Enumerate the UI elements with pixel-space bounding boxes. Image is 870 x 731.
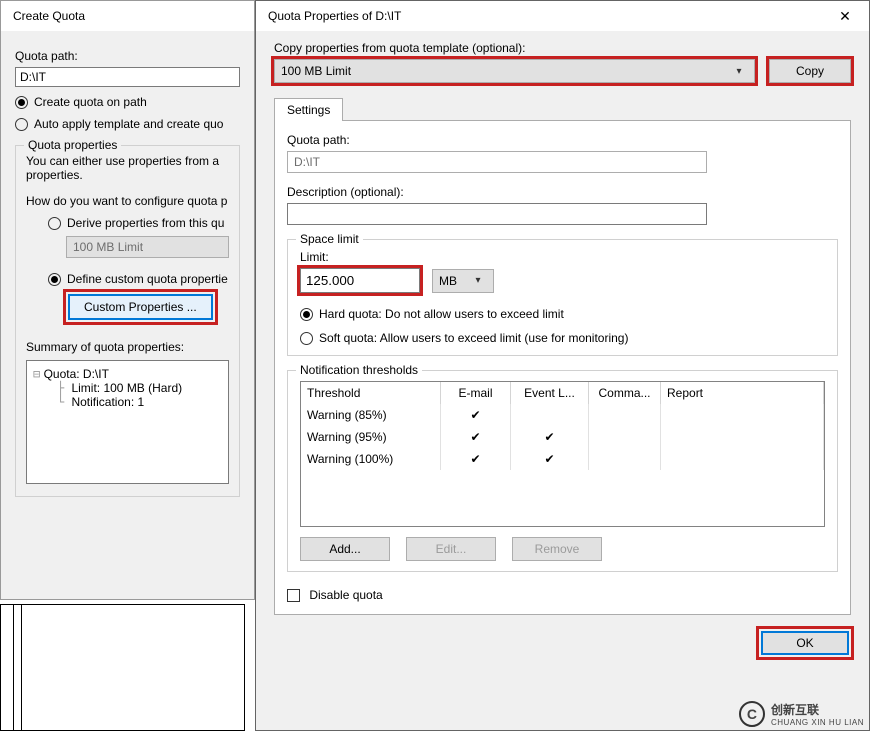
- limit-label: Limit:: [300, 250, 825, 264]
- summary-tree: ⊟ Quota: D:\IT ├ Limit: 100 MB (Hard) └ …: [26, 360, 229, 484]
- col-report[interactable]: Report: [661, 382, 824, 404]
- threshold-header: Threshold E-mail Event L... Comma... Rep…: [301, 382, 824, 404]
- radio-soft-quota[interactable]: Soft quota: Allow users to exceed limit …: [300, 331, 825, 345]
- radio-create-label: Create quota on path: [34, 95, 147, 109]
- col-email[interactable]: E-mail: [441, 382, 511, 404]
- tree-expand-icon[interactable]: ⊟: [33, 367, 40, 381]
- remove-button: Remove: [512, 537, 602, 561]
- col-threshold[interactable]: Threshold: [301, 382, 441, 404]
- edit-button: Edit...: [406, 537, 496, 561]
- quota-properties-group: Quota properties You can either use prop…: [15, 145, 240, 497]
- notification-title: Notification thresholds: [296, 363, 422, 377]
- disable-quota-label: Disable quota: [309, 588, 382, 602]
- radio-derive-label: Derive properties from this qu: [67, 216, 224, 230]
- quota-prop-title: Quota properties: [24, 138, 121, 152]
- notification-group: Notification thresholds Threshold E-mail…: [287, 370, 838, 572]
- space-limit-group: Space limit Limit: MB ▾ Hard quota: Do n…: [287, 239, 838, 356]
- prop-path-label: Quota path:: [287, 133, 838, 147]
- radio-dot-icon: [15, 96, 28, 109]
- radio-derive[interactable]: Derive properties from this qu: [48, 216, 229, 230]
- summary-label: Summary of quota properties:: [26, 340, 229, 354]
- unit-combo[interactable]: MB ▾: [432, 269, 494, 293]
- radio-auto-apply[interactable]: Auto apply template and create quo: [15, 117, 240, 131]
- tab-settings-content: Quota path: D:\IT Description (optional)…: [274, 120, 851, 615]
- properties-title: Quota Properties of D:\IT: [268, 9, 401, 23]
- checkbox-icon[interactable]: [287, 589, 300, 602]
- quota-path-label: Quota path:: [15, 49, 240, 63]
- intro-line2: properties.: [26, 168, 229, 182]
- table-row[interactable]: Warning (100%)✔✔: [301, 448, 824, 470]
- chevron-down-icon: ▾: [469, 275, 487, 286]
- tree-limit: Limit: 100 MB (Hard): [71, 381, 182, 395]
- col-command[interactable]: Comma...: [589, 382, 661, 404]
- properties-titlebar: Quota Properties of D:\IT ✕: [256, 1, 869, 31]
- template-combo-disabled: 100 MB Limit: [66, 236, 229, 258]
- create-quota-title: Create Quota: [13, 9, 85, 23]
- template-combo[interactable]: 100 MB Limit ▾: [274, 59, 755, 83]
- threshold-table: Threshold E-mail Event L... Comma... Rep…: [300, 381, 825, 527]
- soft-quota-label: Soft quota: Allow users to exceed limit …: [319, 331, 628, 345]
- template-combo-text: 100 MB Limit: [73, 240, 143, 254]
- table-row[interactable]: Warning (85%)✔: [301, 404, 824, 426]
- intro-line1: You can either use properties from a: [26, 154, 229, 168]
- chevron-down-icon: ▾: [730, 66, 748, 77]
- copy-button[interactable]: Copy: [769, 59, 851, 83]
- template-combo-value: 100 MB Limit: [281, 64, 730, 78]
- radio-define-label: Define custom quota propertie: [67, 272, 228, 286]
- background-strip: [0, 604, 245, 731]
- brand-logo: C 创新互联 CHUANG XIN HU LIAN: [739, 701, 864, 727]
- custom-properties-button[interactable]: Custom Properties ...: [68, 294, 213, 320]
- radio-define-custom[interactable]: Define custom quota propertie: [48, 272, 229, 286]
- tree-notif: Notification: 1: [71, 395, 144, 409]
- table-row[interactable]: Warning (95%)✔✔: [301, 426, 824, 448]
- radio-dot-icon: [48, 217, 61, 230]
- radio-dot-icon: [48, 273, 61, 286]
- close-icon[interactable]: ✕: [825, 1, 865, 31]
- col-eventlog[interactable]: Event L...: [511, 382, 589, 404]
- hard-quota-label: Hard quota: Do not allow users to exceed…: [319, 307, 564, 321]
- radio-create-on-path[interactable]: Create quota on path: [15, 95, 240, 109]
- ok-button[interactable]: OK: [761, 631, 849, 655]
- add-button[interactable]: Add...: [300, 537, 390, 561]
- quota-properties-dialog: Quota Properties of D:\IT ✕ Copy propert…: [255, 0, 870, 731]
- logo-sub: CHUANG XIN HU LIAN: [771, 718, 864, 727]
- radio-dot-icon: [15, 118, 28, 131]
- unit-value: MB: [439, 274, 469, 288]
- radio-dot-icon: [300, 332, 313, 345]
- description-input[interactable]: [287, 203, 707, 225]
- tree-root: Quota: D:\IT: [44, 367, 109, 381]
- desc-label: Description (optional):: [287, 185, 838, 199]
- config-question: How do you want to configure quota p: [26, 194, 229, 208]
- disable-quota-row[interactable]: Disable quota: [287, 588, 838, 602]
- create-quota-dialog: Create Quota Quota path: Create quota on…: [0, 0, 255, 600]
- copy-template-label: Copy properties from quota template (opt…: [274, 41, 851, 55]
- quota-path-input[interactable]: [15, 67, 240, 87]
- prop-path-value: D:\IT: [287, 151, 707, 173]
- create-quota-titlebar: Create Quota: [1, 1, 254, 31]
- tab-settings[interactable]: Settings: [274, 98, 343, 121]
- radio-auto-label: Auto apply template and create quo: [34, 117, 223, 131]
- limit-input[interactable]: [300, 268, 420, 293]
- space-limit-title: Space limit: [296, 232, 363, 246]
- logo-icon: C: [739, 701, 765, 727]
- radio-dot-icon: [300, 308, 313, 321]
- logo-main: 创新互联: [771, 701, 864, 718]
- radio-hard-quota[interactable]: Hard quota: Do not allow users to exceed…: [300, 307, 825, 321]
